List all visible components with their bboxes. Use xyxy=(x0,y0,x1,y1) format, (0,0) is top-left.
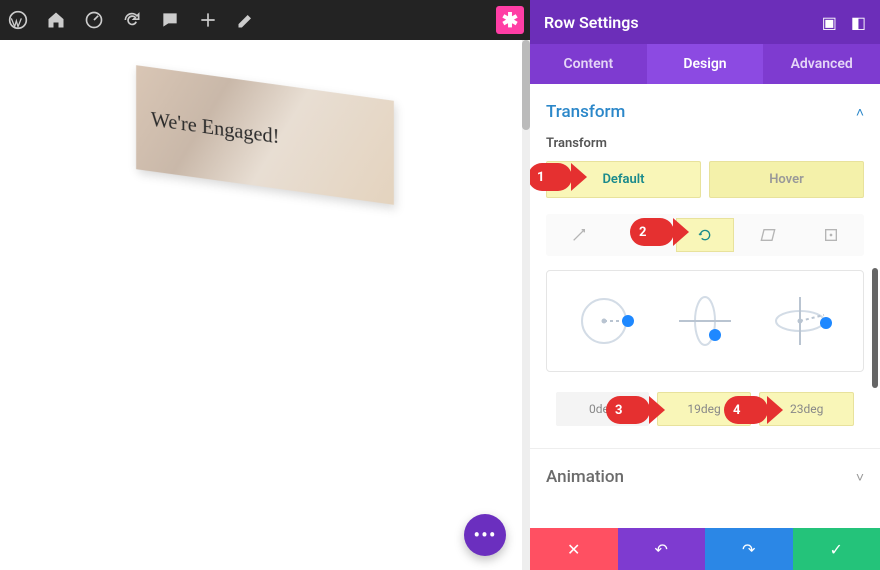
dial-x[interactable] xyxy=(673,293,737,349)
wireframe-toggle[interactable]: ✱ xyxy=(496,6,524,34)
redo-button[interactable]: ↷ xyxy=(705,528,793,570)
dial-z[interactable] xyxy=(576,293,640,349)
tab-advanced[interactable]: Advanced xyxy=(763,44,880,84)
state-tab-default[interactable]: Default xyxy=(546,161,701,198)
engaged-banner-text: We're Engaged! xyxy=(151,107,280,149)
panel-tabs: Content Design Advanced xyxy=(530,44,880,84)
undo-button[interactable]: ↶ xyxy=(618,528,706,570)
home-icon[interactable] xyxy=(46,10,66,30)
preview-scrollbar[interactable] xyxy=(522,40,530,570)
rotation-z-value[interactable]: 0deg xyxy=(556,392,649,426)
comment-icon[interactable] xyxy=(160,10,180,30)
engaged-banner[interactable]: We're Engaged! xyxy=(136,65,394,205)
panel-title: Row Settings xyxy=(544,13,639,32)
animation-title: Animation xyxy=(546,467,624,487)
chevron-down-icon: ˅ xyxy=(856,469,864,486)
dashboard-icon[interactable] xyxy=(84,10,104,30)
save-button[interactable]: ✓ xyxy=(793,528,880,570)
preview-pane: ✱ We're Engaged! ••• xyxy=(0,0,530,570)
state-tab-hover[interactable]: Hover xyxy=(709,161,864,198)
state-tabs: Default Hover xyxy=(546,161,864,198)
dial-y[interactable] xyxy=(770,293,834,349)
close-button[interactable]: ✕ xyxy=(530,528,618,570)
dock-icon[interactable]: ◧ xyxy=(851,13,866,32)
chevron-up-icon: ˄ xyxy=(856,104,864,121)
panel-header: Row Settings ▣ ◧ xyxy=(530,0,880,44)
tab-design[interactable]: Design xyxy=(647,44,764,84)
builder-fab[interactable]: ••• xyxy=(464,514,506,556)
rotation-dials xyxy=(546,270,864,372)
transform-title: Transform xyxy=(546,102,625,122)
panel-body: Transform ˄ Transform 1 Default Hover 2 xyxy=(530,84,880,528)
pencil-icon[interactable] xyxy=(236,10,256,30)
rotation-y-value[interactable]: 23deg xyxy=(759,392,854,426)
wp-logo-icon[interactable] xyxy=(8,10,28,30)
refresh-icon[interactable] xyxy=(122,10,142,30)
plus-icon[interactable] xyxy=(198,10,218,30)
tt-scale[interactable] xyxy=(550,218,607,252)
transform-section: Transform ˄ Transform 1 Default Hover 2 xyxy=(530,84,880,449)
panel-actions: ✕ ↶ ↷ ✓ xyxy=(530,528,880,570)
transform-header[interactable]: Transform ˄ xyxy=(546,96,864,128)
preview-canvas: We're Engaged! ••• xyxy=(0,40,530,570)
panel-scrollbar[interactable] xyxy=(872,268,878,388)
tt-skew[interactable] xyxy=(740,218,797,252)
animation-section: Animation ˅ xyxy=(530,449,880,505)
tab-content[interactable]: Content xyxy=(530,44,647,84)
wp-admin-bar: ✱ xyxy=(0,0,530,40)
transform-type-tabs xyxy=(546,214,864,256)
transform-sublabel: Transform xyxy=(546,136,864,151)
tt-rotate[interactable] xyxy=(676,218,733,252)
rotation-values: 0deg 19deg 23deg xyxy=(546,392,864,426)
settings-panel: Row Settings ▣ ◧ Content Design Advanced… xyxy=(530,0,880,570)
tt-translate[interactable] xyxy=(613,218,670,252)
animation-header[interactable]: Animation ˅ xyxy=(546,461,864,493)
tt-origin[interactable] xyxy=(803,218,860,252)
rotation-x-value[interactable]: 19deg xyxy=(657,392,752,426)
focus-icon[interactable]: ▣ xyxy=(822,13,837,32)
